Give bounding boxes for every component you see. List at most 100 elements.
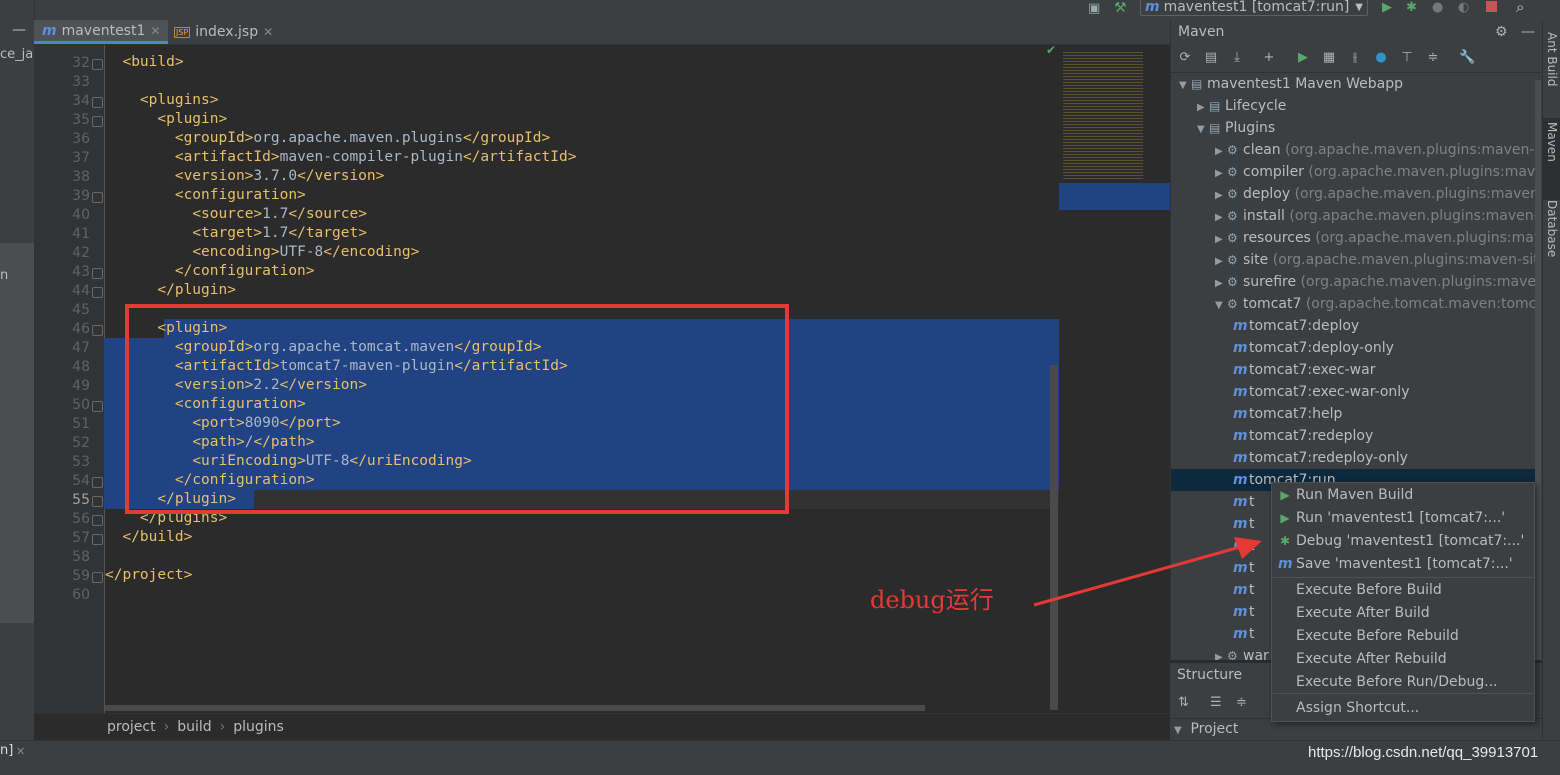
menu-item[interactable]: Execute After Rebuild xyxy=(1272,648,1534,671)
tab-index-jsp[interactable]: JSP index.jsp ✕ xyxy=(166,20,281,44)
fold-icon[interactable] xyxy=(92,401,103,412)
tree-item[interactable]: ▶ ⚙ compiler (org.apache.maven.plugins:mav… xyxy=(1215,161,1537,183)
tree-item[interactable]: mtomcat7:deploy-only xyxy=(1233,337,1394,359)
line-number: 50 xyxy=(72,397,90,413)
maven-goal-icon: m xyxy=(1233,450,1248,466)
breadcrumb-item[interactable]: build xyxy=(177,719,211,735)
chevron-down-icon[interactable]: ▼ xyxy=(1179,75,1191,97)
tree-item[interactable]: ▶ ⚙ resources (org.apache.maven.plugins:ma… xyxy=(1215,227,1537,249)
close-icon[interactable]: ✕ xyxy=(16,745,25,758)
fold-icon[interactable] xyxy=(92,534,103,545)
xml-tag: <encoding> xyxy=(192,244,280,260)
menu-item-label: Execute Before Run/Debug... xyxy=(1296,674,1498,690)
build-hammer-icon[interactable]: ⚒ xyxy=(1114,0,1127,16)
tree-item[interactable]: mtomcat7:exec-war xyxy=(1233,359,1375,381)
chevron-right-icon[interactable]: ▶ xyxy=(1215,251,1227,273)
fold-icon[interactable] xyxy=(92,116,103,127)
tree-item[interactable]: ▶ ⚙ deploy (org.apache.maven.plugins:maven… xyxy=(1215,183,1537,205)
sort-icon[interactable]: ⇅ xyxy=(1178,695,1189,710)
tree-item-detail: (org.apache.maven.plugins:maven xyxy=(1303,164,1537,180)
tree-item[interactable]: mt xyxy=(1233,623,1255,645)
run-icon[interactable]: ▶ xyxy=(1382,0,1392,15)
plugin-icon: ⚙ xyxy=(1227,187,1238,201)
close-icon[interactable]: ✕ xyxy=(150,24,160,38)
menu-item[interactable]: Execute Before Run/Debug... xyxy=(1272,671,1534,694)
tree-item-label: t xyxy=(1249,494,1255,510)
tree-item[interactable]: ▼ ⚙ tomcat7 (org.apache.tomcat.maven:tomca… xyxy=(1215,293,1537,315)
fold-icon[interactable] xyxy=(92,192,103,203)
menu-item[interactable]: ▶ Run Maven Build xyxy=(1272,484,1534,507)
close-icon[interactable]: ✕ xyxy=(263,25,273,39)
chevron-down-icon[interactable]: ▼ xyxy=(1215,295,1227,317)
tree-item[interactable]: ▶ ⚙ install (org.apache.maven.plugins:mave… xyxy=(1215,205,1537,227)
collapse-all-icon[interactable]: ≑ xyxy=(1236,695,1247,710)
fold-icon[interactable] xyxy=(92,572,103,583)
fold-icon[interactable] xyxy=(92,97,103,108)
run-config-dropdown[interactable]: m maventest1 [tomcat7:run] ▼ xyxy=(1140,0,1368,16)
editor-horizontal-scrollbar[interactable] xyxy=(105,705,925,711)
fold-icon[interactable] xyxy=(92,287,103,298)
tool-window-database[interactable]: Database xyxy=(1545,200,1559,257)
menu-separator xyxy=(1273,577,1533,578)
minimap[interactable]: ✔ xyxy=(1046,43,1170,713)
tree-item[interactable]: mtomcat7:deploy xyxy=(1233,315,1359,337)
tree-item[interactable]: mtomcat7:redeploy-only xyxy=(1233,447,1408,469)
check-icon: ✔ xyxy=(1046,43,1057,57)
tree-item[interactable]: ▶ ▤ Lifecycle xyxy=(1197,95,1286,117)
fold-icon[interactable] xyxy=(92,515,103,526)
tree-item[interactable]: ▼ ▤ Plugins xyxy=(1197,117,1275,139)
chevron-right-icon[interactable]: ▶ xyxy=(1215,273,1227,295)
watermark: https://blog.csdn.net/qq_39913701 xyxy=(1308,744,1539,761)
chevron-right-icon[interactable]: ▶ xyxy=(1215,229,1227,251)
chevron-right-icon[interactable]: ▶ xyxy=(1215,207,1227,229)
maven-scrollbar[interactable] xyxy=(1535,80,1541,660)
fold-icon[interactable] xyxy=(92,268,103,279)
chevron-down-icon[interactable]: ▼ xyxy=(1197,119,1209,141)
chevron-right-icon[interactable]: ▶ xyxy=(1197,97,1209,119)
collapse-icon[interactable]: — xyxy=(12,22,26,38)
tree-item[interactable]: ▶ ⚙ war xyxy=(1215,645,1269,660)
tree-item[interactable]: mt xyxy=(1233,513,1255,535)
fold-icon[interactable] xyxy=(92,496,103,507)
run-tab-fragment[interactable]: n] xyxy=(0,743,13,758)
menu-item[interactable]: Execute After Build xyxy=(1272,602,1534,625)
tree-item[interactable]: ▶ ⚙ surefire (org.apache.maven.plugins:mav… xyxy=(1215,271,1537,293)
tab-maventest1[interactable]: m maventest1 ✕ xyxy=(34,20,169,44)
profile-icon[interactable]: ◐ xyxy=(1458,0,1469,15)
tree-item[interactable]: ▶ ⚙ site (org.apache.maven.plugins:maven-s… xyxy=(1215,249,1537,271)
tree-item[interactable]: mtomcat7:redeploy xyxy=(1233,425,1373,447)
tree-item[interactable]: mtomcat7:help xyxy=(1233,403,1342,425)
fold-icon[interactable] xyxy=(92,325,103,336)
expand-all-icon[interactable]: ☰ xyxy=(1210,695,1222,710)
menu-item[interactable]: Execute Before Rebuild xyxy=(1272,625,1534,648)
xml-tag: </plugin> xyxy=(157,282,236,298)
fold-icon[interactable] xyxy=(92,477,103,488)
line-number: 38 xyxy=(72,169,90,185)
breadcrumb-item[interactable]: project xyxy=(107,719,156,735)
chevron-right-icon[interactable]: ▶ xyxy=(1215,141,1227,163)
search-icon[interactable]: ⌕ xyxy=(1516,0,1524,16)
fold-icon[interactable] xyxy=(92,59,103,70)
coverage-icon[interactable]: ● xyxy=(1432,0,1443,15)
tree-item[interactable]: ▼ ▤ maventest1 Maven Webapp xyxy=(1179,73,1403,95)
tree-item[interactable]: mt xyxy=(1233,491,1255,513)
breadcrumb-item[interactable]: plugins xyxy=(233,719,284,735)
menu-item[interactable]: Execute Before Build xyxy=(1272,579,1534,602)
project-tree-item[interactable]: ▼ Project xyxy=(1174,721,1238,737)
menu-item[interactable]: ▶ Run 'maventest1 [tomcat7:...' xyxy=(1272,507,1534,530)
menu-item[interactable]: Assign Shortcut... xyxy=(1272,697,1534,720)
chevron-right-icon[interactable]: ▶ xyxy=(1215,163,1227,185)
chevron-right-icon[interactable]: ▶ xyxy=(1215,647,1227,660)
menu-item[interactable]: m Save 'maventest1 [tomcat7:...' xyxy=(1272,553,1534,576)
menu-item-label: Execute Before Rebuild xyxy=(1296,628,1459,644)
debug-icon[interactable]: ✱ xyxy=(1406,0,1417,15)
tool-window-ant-build[interactable]: Ant Build xyxy=(1545,32,1559,86)
plugin-icon: ⚙ xyxy=(1227,231,1238,245)
stop-icon[interactable] xyxy=(1486,1,1497,12)
tool-window-maven[interactable]: Maven xyxy=(1545,122,1559,162)
tree-item[interactable]: ▶ ⚙ clean (org.apache.maven.plugins:maven-… xyxy=(1215,139,1537,161)
menu-item[interactable]: ✱ Debug 'maventest1 [tomcat7:...' xyxy=(1272,530,1534,553)
navigate-icon[interactable]: ▣ xyxy=(1088,1,1100,16)
chevron-right-icon[interactable]: ▶ xyxy=(1215,185,1227,207)
tree-item[interactable]: mtomcat7:exec-war-only xyxy=(1233,381,1409,403)
